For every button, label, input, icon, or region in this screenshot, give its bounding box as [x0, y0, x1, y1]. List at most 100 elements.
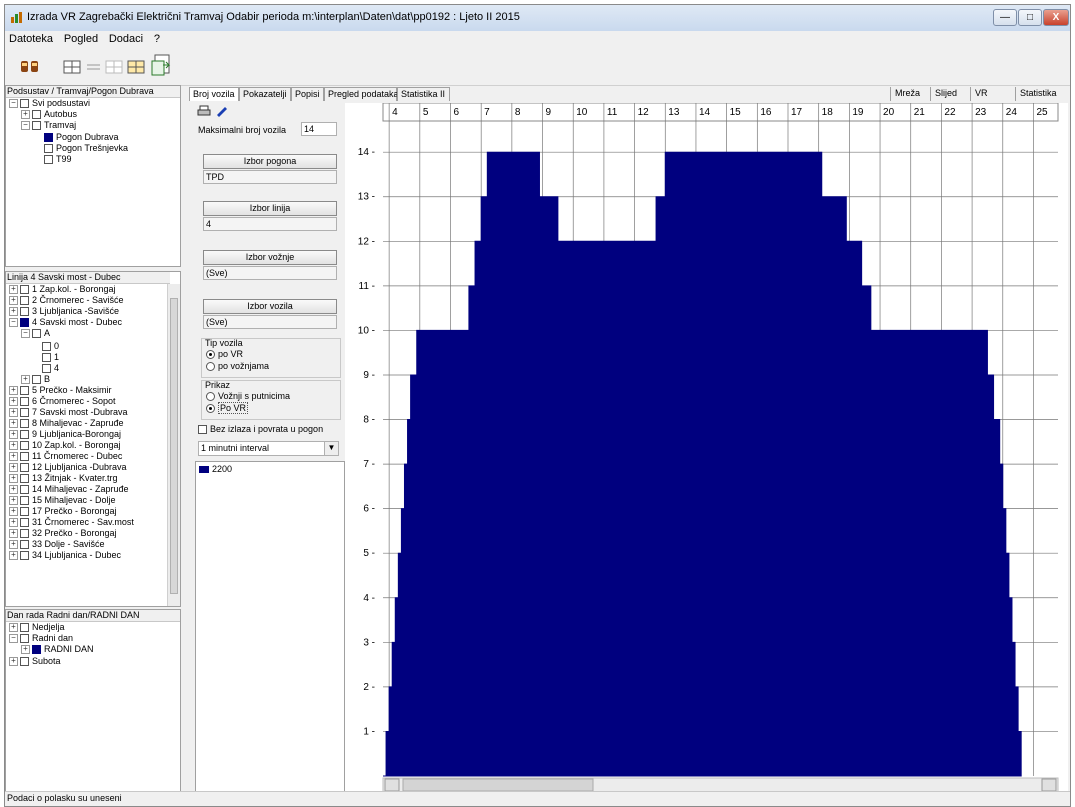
minimize-button[interactable]: — [993, 9, 1017, 26]
tree-checkbox[interactable] [20, 318, 29, 328]
izbor-pogona-button[interactable]: Izbor pogona [203, 154, 337, 169]
tab-pregled-podataka[interactable]: Pregled podataka [324, 87, 399, 101]
tree-item-pogon-dubrava[interactable]: Pogon Dubrava [44, 132, 119, 143]
tree-toggle-icon[interactable]: + [9, 307, 18, 317]
tree-item-radni-dan[interactable]: − Radni dan [9, 633, 73, 644]
lines-tree-item[interactable]: +11 Črnomerec - Dubec [9, 451, 122, 462]
lines-tree-item[interactable]: +34 Ljubljanica - Dubec [9, 550, 121, 561]
close-button[interactable]: X [1043, 9, 1069, 26]
tree-toggle-icon[interactable]: + [9, 285, 18, 295]
tree-item-tramvaj[interactable]: − Tramvaj [21, 120, 76, 131]
menu-datoteka[interactable]: Datoteka [5, 31, 57, 47]
lines-scrollbar[interactable] [167, 284, 180, 606]
tree-toggle-icon[interactable]: + [9, 518, 18, 528]
tree-item-pogon-tresnjevka[interactable]: Pogon Trešnjevka [44, 143, 128, 154]
izbor-vozila-button[interactable]: Izbor vozila [203, 299, 337, 314]
tree-checkbox[interactable] [20, 430, 29, 440]
menu-dodaci[interactable]: Dodaci [105, 31, 147, 47]
tree-toggle-icon[interactable]: + [9, 540, 18, 550]
prikaz-po-vr-radio[interactable]: Po VR [206, 402, 249, 414]
tree-toggle-icon[interactable]: + [9, 463, 18, 473]
split-view-icon[interactable] [103, 57, 125, 77]
layout-icon[interactable] [125, 57, 147, 77]
print-icon[interactable] [197, 105, 211, 117]
tree-checkbox[interactable] [20, 307, 29, 317]
lines-tree-item[interactable]: +32 Prečko - Borongaj [9, 528, 117, 539]
interval-select[interactable]: 1 minutni interval ▼ [198, 441, 339, 456]
izbor-voznje-button[interactable]: Izbor vožnje [203, 250, 337, 265]
export-icon[interactable] [149, 53, 173, 79]
tree-checkbox[interactable] [42, 342, 51, 352]
tab-popisi[interactable]: Popisi [291, 87, 324, 101]
lines-tree-item[interactable]: +33 Dolje - Savišće [9, 539, 105, 550]
tree-item-nedjelja[interactable]: + Nedjelja [9, 622, 65, 633]
lines-tree-item[interactable]: +10 Zap.kol. - Borongaj [9, 440, 121, 451]
maximize-button[interactable]: □ [1018, 9, 1042, 26]
tree-checkbox[interactable] [20, 408, 29, 418]
lines-tree-item[interactable]: +13 Žitnjak - Kvater.trg [9, 473, 118, 484]
tab-slijed[interactable]: Slijed [930, 87, 957, 101]
lines-tree-item[interactable]: 4 [42, 363, 59, 374]
tree-toggle-icon[interactable]: + [9, 430, 18, 440]
tree-checkbox[interactable] [32, 329, 41, 339]
lines-tree-item[interactable]: +12 Ljubljanica -Dubrava [9, 462, 127, 473]
tree-item-subota[interactable]: + Subota [9, 656, 61, 667]
tree-checkbox[interactable] [20, 529, 29, 539]
tree-checkbox[interactable] [20, 496, 29, 506]
max-vehicles-input[interactable]: 14 [301, 122, 337, 136]
tree-checkbox[interactable] [20, 518, 29, 528]
tip-po-vr-radio[interactable]: po VR [206, 349, 243, 360]
tree-checkbox[interactable] [20, 507, 29, 517]
lines-tree-item[interactable]: +17 Prečko - Borongaj [9, 506, 117, 517]
tree-toggle-icon[interactable]: − [21, 329, 30, 339]
lines-tree-item[interactable]: +6 Črnomerec - Sopot [9, 396, 116, 407]
tree-toggle-icon[interactable]: + [9, 485, 18, 495]
lines-tree-item[interactable]: +15 Mihaljevac - Dolje [9, 495, 116, 506]
tab-mreza[interactable]: Mreža [890, 87, 920, 101]
tree-toggle-icon[interactable]: − [9, 318, 18, 328]
tree-checkbox[interactable] [42, 364, 51, 374]
tree-item-t99[interactable]: T99 [44, 154, 72, 165]
lines-tree-item[interactable]: 1 [42, 352, 59, 363]
tree-toggle-icon[interactable]: + [21, 375, 30, 385]
lines-tree-item[interactable]: +3 Ljubljanica -Savišće [9, 306, 119, 317]
tree-item-autobus[interactable]: + Autobus [21, 109, 77, 120]
tree-toggle-icon[interactable]: + [9, 474, 18, 484]
tree-toggle-icon[interactable]: + [9, 452, 18, 462]
tree-checkbox[interactable] [20, 551, 29, 561]
tree-checkbox[interactable] [20, 485, 29, 495]
edit-icon[interactable] [215, 105, 229, 117]
tree-toggle-icon[interactable]: + [9, 386, 18, 396]
tab-vr[interactable]: VR [970, 87, 988, 101]
tree-toggle-icon[interactable]: + [9, 507, 18, 517]
tab-pokazatelji[interactable]: Pokazatelji [239, 87, 291, 101]
tree-checkbox[interactable] [20, 386, 29, 396]
tree-checkbox[interactable] [20, 296, 29, 306]
lines-tree-item[interactable]: +1 Zap.kol. - Borongaj [9, 284, 116, 295]
lines-scroll-thumb[interactable] [170, 298, 178, 594]
tree-checkbox[interactable] [20, 452, 29, 462]
tree-toggle-icon[interactable]: + [9, 419, 18, 429]
lines-tree-item[interactable]: + B [21, 374, 50, 385]
tree-toggle-icon[interactable]: + [9, 441, 18, 451]
lines-tree-item[interactable]: +14 Mihaljevac - Zapruđe [9, 484, 129, 495]
lines-tree-item[interactable]: +2 Črnomerec - Savišće [9, 295, 124, 306]
tab-statistika[interactable]: Statistika [1015, 87, 1057, 101]
lines-tree-item[interactable]: +5 Prečko - Maksimir [9, 385, 112, 396]
chevron-down-icon[interactable]: ▼ [324, 442, 338, 455]
tree-toggle-icon[interactable]: + [9, 496, 18, 506]
tree-toggle-icon[interactable]: + [9, 397, 18, 407]
tab-broj-vozila[interactable]: Broj vozila [189, 87, 239, 101]
bez-izlaza-checkbox[interactable]: Bez izlaza i povrata u pogon [198, 424, 323, 435]
lines-tree-item[interactable]: +8 Mihaljevac - Zapruđe [9, 418, 124, 429]
lines-tree-item[interactable]: − 4 Savski most - Dubec [9, 317, 122, 328]
vehicles-icon[interactable] [19, 57, 41, 77]
prikaz-voznji-radio[interactable]: Vožnji s putnicima [206, 391, 290, 402]
tree-checkbox[interactable] [20, 463, 29, 473]
tree-checkbox[interactable] [20, 419, 29, 429]
lines-tree-item[interactable]: +9 Ljubljanica-Borongaj [9, 429, 121, 440]
tree-checkbox[interactable] [42, 353, 51, 363]
tree-item-svi-podsustavi[interactable]: − Svi podsustavi [9, 98, 90, 109]
menu-help[interactable]: ? [150, 31, 164, 47]
tab-statistika-ii[interactable]: Statistika II [397, 87, 450, 101]
